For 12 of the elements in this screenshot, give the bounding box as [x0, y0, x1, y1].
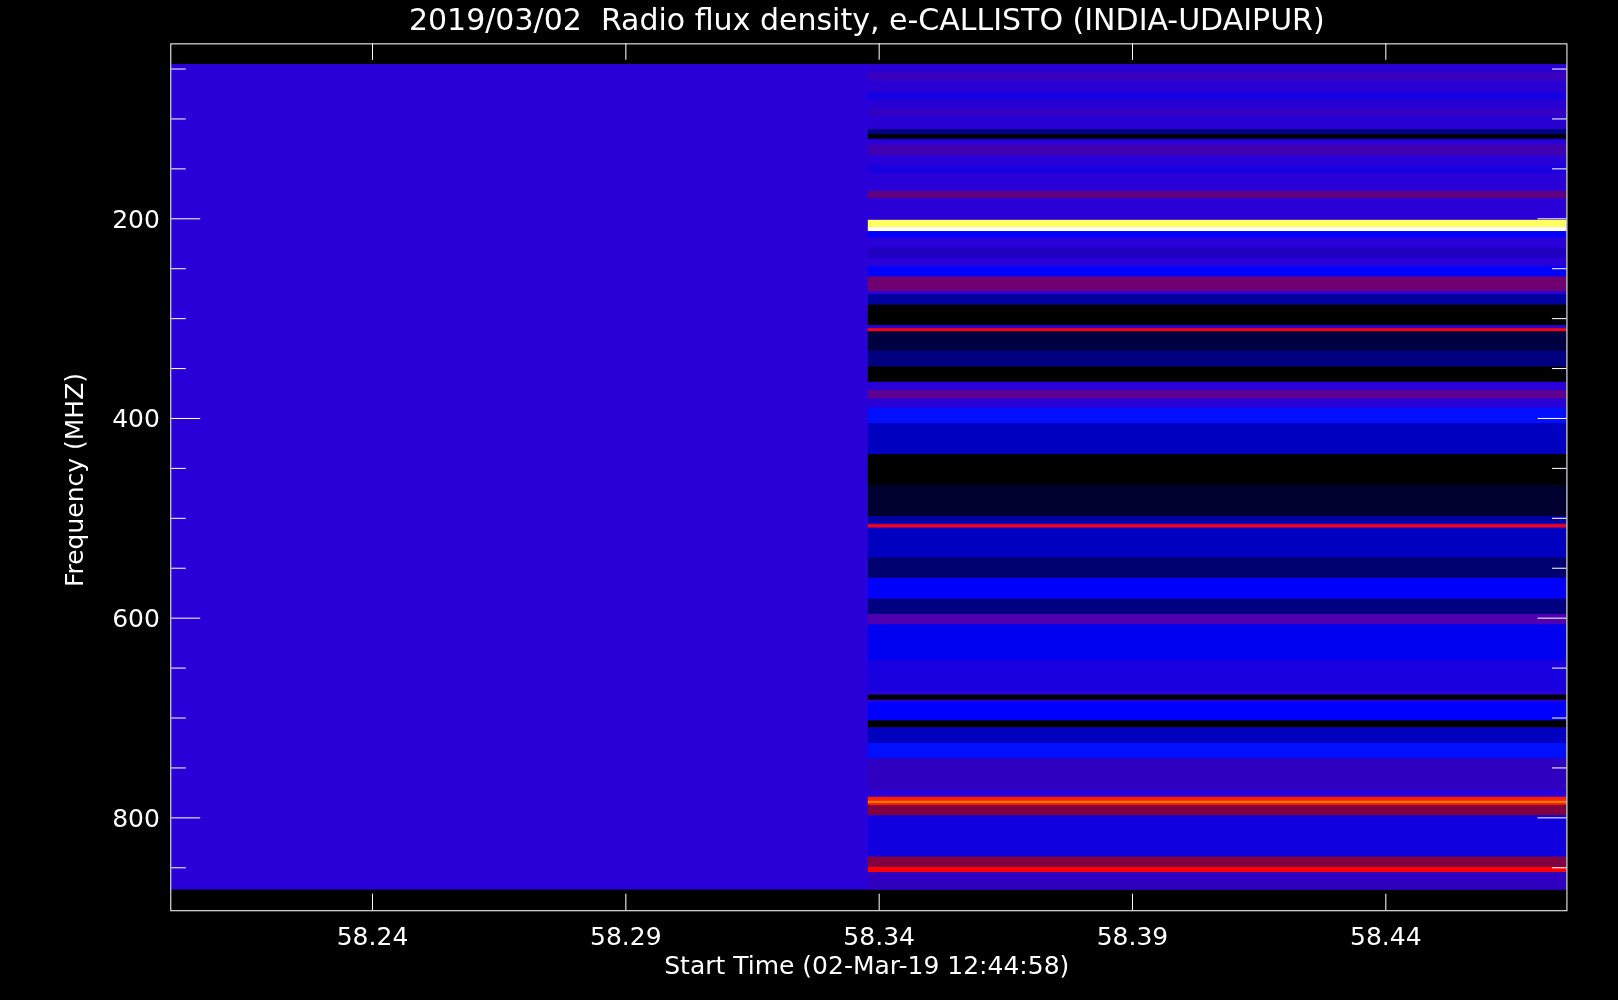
tick-label: 58.44 — [1350, 923, 1422, 949]
tick-label: 600 — [112, 605, 160, 631]
tick-label: 800 — [112, 805, 160, 831]
tick-label: 58.34 — [843, 923, 915, 949]
axis-label: Frequency (MHZ) — [61, 372, 87, 587]
tick-label: 58.39 — [1096, 923, 1169, 949]
tick-label: 400 — [112, 405, 160, 431]
tick-label: 58.29 — [590, 923, 662, 949]
tick-label: 58.24 — [336, 923, 409, 949]
axis-label: Start Time (02-Mar-19 12:44:58) — [664, 952, 1070, 978]
chart-title: 2019/03/02 Radio flux density, e-CALLISTO (INDIA-UDAIPUR) — [408, 4, 1325, 35]
tick-label: 200 — [112, 206, 160, 232]
